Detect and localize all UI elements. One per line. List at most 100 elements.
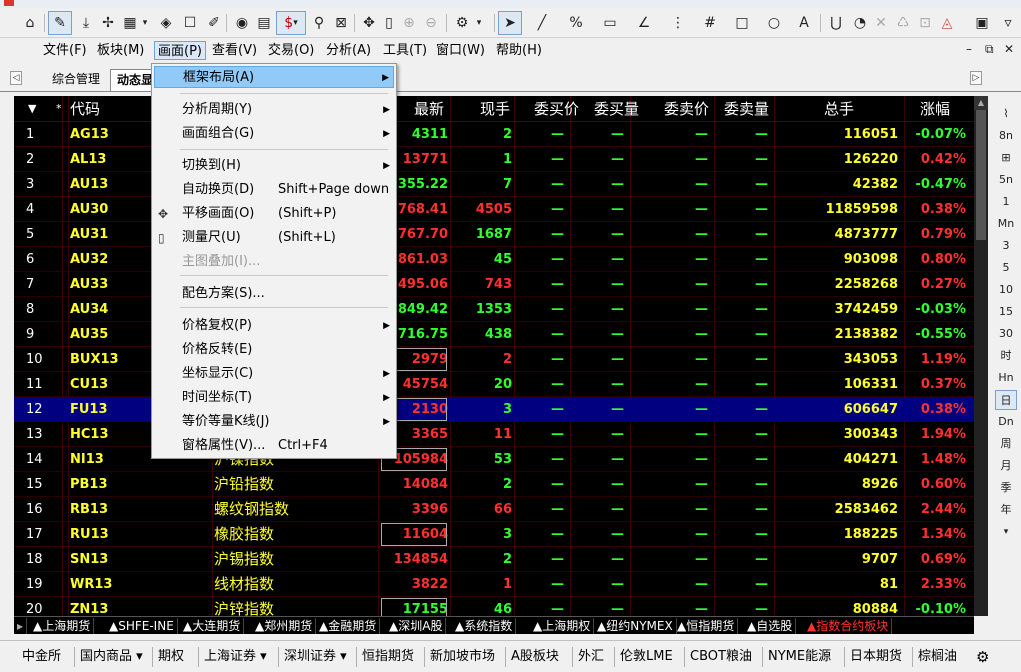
dropdown-item[interactable]: 配色方案(S)... xyxy=(154,283,394,305)
bottom-market-item[interactable]: 棕榈油 xyxy=(918,647,957,667)
dropdown-item[interactable]: 切换到(H) ▶ xyxy=(154,155,394,177)
menu-analysis[interactable]: 分析(A) xyxy=(323,41,374,60)
header-bid-price[interactable]: 委买价 xyxy=(534,96,579,122)
menu-screen[interactable]: 画面(P) xyxy=(154,41,206,60)
market-tab[interactable]: ▲指数合约板块 xyxy=(804,618,893,634)
menu-file[interactable]: 文件(F) xyxy=(40,41,90,60)
dropdown-item[interactable]: 坐标显示(C) ▶ xyxy=(154,363,394,385)
period-1[interactable]: 1 xyxy=(995,192,1017,212)
market-tab[interactable]: ▲上海期货 xyxy=(30,618,95,634)
table-row[interactable]: 15 PB13 沪铅指数 14084 2 8926 0.60% — — — — xyxy=(14,472,974,497)
sort-chevron-icon[interactable]: ▼ xyxy=(28,96,36,122)
eye-icon[interactable]: ◔ xyxy=(848,11,872,35)
header-last[interactable]: 最新 xyxy=(414,96,444,122)
cursor-icon[interactable]: ➤ xyxy=(498,11,522,35)
tab-scroll-right-icon[interactable]: ▷ xyxy=(970,71,982,85)
bottom-market-item[interactable]: 伦敦LME xyxy=(620,647,673,667)
chevron-down-icon[interactable]: ▾ xyxy=(474,11,484,35)
market-tabs-nav-icon[interactable]: ▸ xyxy=(14,618,28,634)
period-dn[interactable]: Dn xyxy=(995,412,1017,432)
bottom-market-item[interactable]: 上海证券 ▾ xyxy=(204,647,267,667)
kline-icon[interactable]: ⊞ xyxy=(995,148,1017,168)
grid-scrollbar[interactable]: ▲ xyxy=(974,96,988,616)
bottom-market-item[interactable]: 中金所 xyxy=(22,647,61,667)
pen-icon[interactable]: ✎ xyxy=(48,11,72,35)
minimize-icon[interactable]: – xyxy=(966,42,972,56)
ruler-icon[interactable]: ▯ xyxy=(380,11,398,35)
edit-icon[interactable]: ✐ xyxy=(202,11,226,35)
tab-overview[interactable]: 综合管理 xyxy=(46,69,106,91)
dropdown-item[interactable]: 价格复权(P) ▶ xyxy=(154,315,394,337)
period-30[interactable]: 30 xyxy=(995,324,1017,344)
chevron-down-icon[interactable]: ▾ xyxy=(140,11,150,35)
angle-icon[interactable]: ∠ xyxy=(632,11,656,35)
period-3[interactable]: 3 xyxy=(995,236,1017,256)
menu-window[interactable]: 窗口(W) xyxy=(433,41,488,60)
column-icon[interactable]: ⊠ xyxy=(330,11,352,35)
scroll-thumb[interactable] xyxy=(976,110,986,240)
market-tab[interactable]: ▲上海期权 xyxy=(530,618,595,634)
download-icon[interactable]: ⤓ xyxy=(74,11,98,35)
close-icon[interactable]: ✕ xyxy=(1004,42,1014,56)
header-hand[interactable]: 现手 xyxy=(480,96,510,122)
dropdown-item[interactable]: 分析周期(Y) ▶ xyxy=(154,99,394,121)
text-icon[interactable]: A xyxy=(792,11,816,35)
color-icon[interactable]: ◬ xyxy=(936,11,958,35)
period-hn[interactable]: Hn xyxy=(995,368,1017,388)
bottom-market-item[interactable]: 日本期货 xyxy=(850,647,902,667)
play-icon[interactable]: ◉ xyxy=(230,11,254,35)
diamond-icon[interactable]: ◈ xyxy=(154,11,178,35)
note-icon[interactable]: ☐ xyxy=(178,11,202,35)
header-change[interactable]: 涨幅 xyxy=(920,96,950,122)
menu-help[interactable]: 帮助(H) xyxy=(493,41,545,60)
market-tab[interactable]: ▲深圳A股 xyxy=(386,618,447,634)
hash-icon[interactable]: # xyxy=(698,11,722,35)
period-hour[interactable]: 时 xyxy=(995,346,1017,366)
gear-icon[interactable]: ⚙ xyxy=(450,11,474,35)
bottom-market-item[interactable]: NYME能源 xyxy=(768,647,831,667)
header-bid-volume[interactable]: 委买量 xyxy=(594,96,639,122)
move-icon[interactable]: ✥ xyxy=(358,11,380,35)
period-quarter[interactable]: 季 xyxy=(995,478,1017,498)
ruler-scale-icon[interactable]: ▭ xyxy=(598,11,622,35)
magnet-icon[interactable]: ⋃ xyxy=(824,11,848,35)
filter-icon[interactable]: ⚲ xyxy=(308,11,330,35)
period-month[interactable]: 月 xyxy=(995,456,1017,476)
document-icon[interactable]: ▤ xyxy=(252,11,276,35)
header-ask-price[interactable]: 委卖价 xyxy=(664,96,709,122)
period-15[interactable]: 15 xyxy=(995,302,1017,322)
period-10[interactable]: 10 xyxy=(995,280,1017,300)
zoom-out-icon[interactable]: ⊖ xyxy=(420,11,442,35)
dropdown-item[interactable]: 价格反转(E) xyxy=(154,339,394,361)
bottom-market-item[interactable]: 期权 xyxy=(158,647,184,667)
star-icon[interactable]: * xyxy=(56,96,62,122)
save-icon[interactable]: ▣ xyxy=(970,11,994,35)
circle-icon[interactable]: ○ xyxy=(762,11,786,35)
chevron-down-icon[interactable]: ▾ xyxy=(995,522,1017,542)
market-tab[interactable]: ▲自选股 xyxy=(744,618,797,634)
lock-icon[interactable]: ⊡ xyxy=(914,11,936,35)
line-icon[interactable]: ╱ xyxy=(530,11,554,35)
dropdown-item[interactable]: 画面组合(G) ▶ xyxy=(154,123,394,145)
currency-icon[interactable]: $ ▾ xyxy=(276,11,306,35)
menu-tools[interactable]: 工具(T) xyxy=(380,41,430,60)
market-tab[interactable]: ▲大连期货 xyxy=(180,618,245,634)
dropdown-item[interactable]: 框架布局(A) ▶ xyxy=(154,66,394,88)
menu-trade[interactable]: 交易(O) xyxy=(265,41,317,60)
market-tab[interactable]: ▲恒指期货 xyxy=(674,618,739,634)
market-tab[interactable]: ▲系统指数 xyxy=(452,618,517,634)
bottom-market-item[interactable]: CBOT粮油 xyxy=(690,647,752,667)
period-day[interactable]: 日 xyxy=(995,390,1017,410)
market-tab[interactable]: ▲郑州期货 xyxy=(252,618,317,634)
dropdown-item[interactable]: 窗格属性(V)... Ctrl+F4 xyxy=(154,435,394,457)
settings-gear-icon[interactable]: ⚙ xyxy=(976,647,989,667)
zoom-in-icon[interactable]: ⊕ xyxy=(398,11,420,35)
bottom-market-item[interactable]: 新加坡市场 xyxy=(430,647,495,667)
percent-icon[interactable]: % xyxy=(564,11,588,35)
period-5[interactable]: 5 xyxy=(995,258,1017,278)
rectangle-icon[interactable]: □ xyxy=(730,11,754,35)
dropdown-item[interactable]: 时间坐标(T) ▶ xyxy=(154,387,394,409)
dropdown-item[interactable]: 主图叠加(I)... xyxy=(154,251,394,273)
bottom-market-item[interactable]: 外汇 xyxy=(578,647,604,667)
dropdown-item[interactable]: ▯ 测量尺(U) (Shift+L) xyxy=(154,227,394,249)
